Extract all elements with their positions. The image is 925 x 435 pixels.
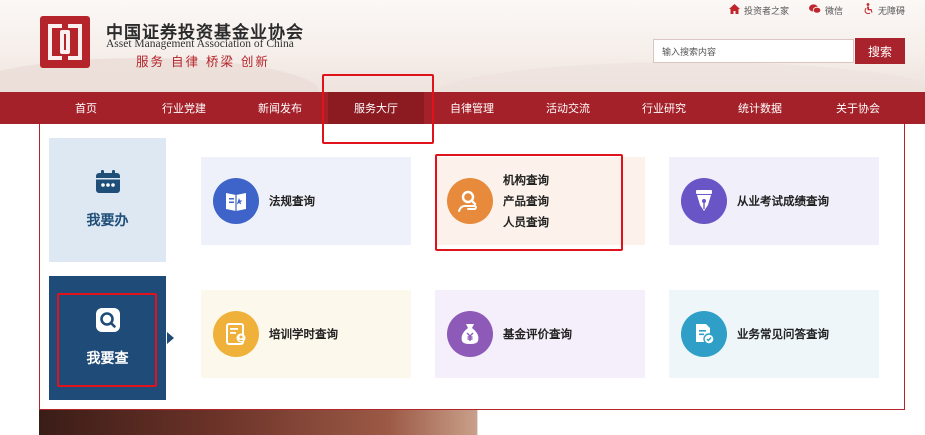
wechat-label: 微信 <box>824 6 843 17</box>
top-links: 投资者之家 微信 无障碍 <box>728 3 905 17</box>
wechat-icon <box>808 3 822 17</box>
nav-item-research[interactable]: 行业研究 <box>616 92 712 124</box>
nav-item-self-regulation[interactable]: 自律管理 <box>424 92 520 124</box>
nav-item-home[interactable]: 首页 <box>40 92 132 124</box>
training-hours-query-label: 培训学时查询 <box>269 327 338 341</box>
certificate-icon <box>213 311 259 357</box>
nav-item-news[interactable]: 新闻发布 <box>232 92 328 124</box>
fund-rating-query-label: 基金评价查询 <box>503 327 572 341</box>
nav-item-about[interactable]: 关于协会 <box>808 92 908 124</box>
calendar-icon <box>95 170 121 198</box>
fund-rating-query-card[interactable]: 基金评价查询 <box>435 290 645 378</box>
site-header: 中国证券投资基金业协会 Asset Management Association… <box>0 0 925 92</box>
nav-item-party-building[interactable]: 行业党建 <box>136 92 232 124</box>
investor-home-link[interactable]: 投资者之家 <box>728 3 789 17</box>
todo-tile[interactable]: 我要办 <box>49 138 166 262</box>
investor-home-label: 投资者之家 <box>743 6 789 17</box>
highlight-box-query-tile <box>57 293 157 387</box>
document-chat-icon <box>681 311 727 357</box>
highlight-box-query-card <box>435 154 623 251</box>
regulation-query-card[interactable]: 法规查询 <box>201 157 411 245</box>
search-input[interactable]: 输入搜索内容 <box>653 39 854 63</box>
accessibility-label: 无障碍 <box>877 6 905 17</box>
nav-item-activities[interactable]: 活动交流 <box>520 92 616 124</box>
accessibility-link[interactable]: 无障碍 <box>863 3 905 17</box>
org-slogan: 服务 自律 桥梁 创新 <box>136 54 270 69</box>
home-icon <box>728 3 740 17</box>
main-nav: 首页 行业党建 新闻发布 服务大厅 自律管理 活动交流 行业研究 统计数据 关于… <box>0 92 925 124</box>
pen-nib-icon <box>681 178 727 224</box>
search-button[interactable]: 搜索 <box>855 38 905 64</box>
faq-query-card[interactable]: 业务常见问答查询 <box>669 290 879 378</box>
wechat-link[interactable]: 微信 <box>808 3 843 17</box>
nav-item-statistics[interactable]: 统计数据 <box>712 92 808 124</box>
training-hours-query-card[interactable]: 培训学时查询 <box>201 290 411 378</box>
todo-tile-label: 我要办 <box>86 213 129 229</box>
header-decoration <box>430 62 925 92</box>
highlight-box-service-hall <box>322 74 434 144</box>
exam-score-query-label: 从业考试成绩查询 <box>737 194 829 208</box>
regulation-query-label: 法规查询 <box>269 194 315 208</box>
exam-score-query-card[interactable]: 从业考试成绩查询 <box>669 157 879 245</box>
money-bag-icon <box>447 311 493 357</box>
org-name-en: Asset Management Association of China <box>106 38 294 50</box>
book-icon <box>213 178 259 224</box>
logo-seal-icon[interactable] <box>40 16 90 68</box>
background-banner-bottom <box>39 410 477 435</box>
accessibility-icon <box>863 3 874 17</box>
active-pointer-arrow <box>167 332 174 344</box>
background-content-area <box>477 410 905 435</box>
faq-query-label: 业务常见问答查询 <box>737 327 829 341</box>
